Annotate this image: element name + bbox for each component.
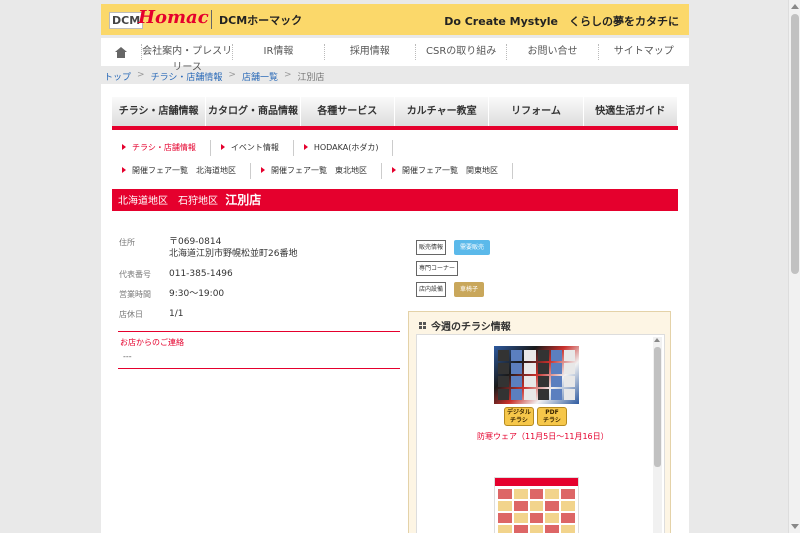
flyer-thumbnail[interactable] [494, 346, 579, 404]
store-contact: お店からのご連絡 --- [118, 331, 400, 369]
hours-label: 営業時間 [119, 290, 151, 299]
home-link[interactable] [101, 46, 141, 58]
flyer-list: デジタル チラシ PDF チラシ 防寒ウェア（11月5日〜11月16日） [416, 334, 665, 533]
tagline: Do Create Mystyle くらしの夢をカタチに [444, 15, 679, 28]
homac-logo[interactable]: Homac [138, 7, 209, 28]
tag-sales-info: 販売情報 [416, 240, 447, 255]
closed-days: 1/1 [169, 309, 184, 319]
gnav-item-ir[interactable]: IR情報 [232, 44, 323, 60]
breadcrumb-current: 江別店 [297, 73, 325, 83]
gnav-item-contact[interactable]: お問い合せ [506, 44, 597, 60]
breadcrumb-sep: > [228, 70, 236, 80]
weekly-flyers: 今週のチラシ情報 デジタル チラシ PDF チラシ 防寒ウェア（11月5日〜11… [408, 311, 671, 533]
gnav-item-recruit[interactable]: 採用情報 [323, 44, 415, 60]
tag-specialty: 専門コーナー [416, 261, 459, 276]
subnav-fairs: 開催フェア一覧 北海道地区 開催フェア一覧 東北地区 開催フェア一覧 関東地区 [112, 162, 513, 180]
breadcrumb-top[interactable]: トップ [104, 70, 131, 83]
store-name: 江別店 [225, 193, 262, 207]
global-nav: 会社案内・プレスリリース IR情報 採用情報 CSRの取り組み お問い合せ サイ… [101, 38, 689, 73]
flyer-list-scrollbar[interactable] [653, 337, 662, 533]
breadcrumb: トップ > チラシ・店舗情報 > 店舗一覧 > 江別店 [104, 70, 325, 83]
pill-sales[interactable]: 需要販売 [454, 240, 491, 255]
dcm-homac-logo[interactable]: DCMホーマック [219, 12, 302, 28]
gnav-item-csr[interactable]: CSRの取り組み [414, 44, 506, 60]
flyer-thumbnail-2[interactable] [494, 477, 579, 533]
scroll-up-icon[interactable] [654, 338, 660, 342]
flyer-caption[interactable]: 防寒ウェア（11月5日〜11月16日） [477, 431, 609, 442]
cat-catalog[interactable]: カタログ・商品情報 [206, 97, 301, 126]
subnav-events[interactable]: イベント情報 [211, 140, 294, 156]
phone-label: 代表番号 [119, 270, 151, 279]
business-hours: 9:30〜19:00 [169, 289, 225, 299]
scroll-up-icon[interactable] [791, 4, 799, 9]
digital-flyer-button[interactable]: デジタル チラシ [504, 407, 534, 426]
store-title-bar: 北海道地区 石狩地区 江別店 [112, 189, 678, 211]
fair-tohoku[interactable]: 開催フェア一覧 東北地区 [251, 163, 382, 179]
store-tags: 販売情報 需要販売 専門コーナー 店内設備 車椅子 [416, 240, 491, 303]
breadcrumb-store-list[interactable]: 店舗一覧 [242, 70, 278, 83]
pill-wheelchair[interactable]: 車椅子 [454, 282, 485, 297]
breadcrumb-sep: > [283, 70, 292, 80]
tag-facility: 店内設備 [416, 282, 447, 297]
contact-body: --- [123, 352, 132, 361]
logo-divider [211, 10, 212, 29]
scroll-thumb[interactable] [654, 347, 661, 467]
scroll-down-icon[interactable] [791, 524, 799, 529]
address: 北海道江別市野幌松並町26番地 [169, 249, 298, 259]
phone-number[interactable]: 011-385-1496 [169, 268, 233, 280]
fair-hokkaido[interactable]: 開催フェア一覧 北海道地区 [112, 163, 251, 179]
home-icon[interactable] [115, 46, 127, 58]
store-info: 住所 〒069-0814 北海道江別市野幌松並町26番地 代表番号 011-38… [119, 236, 297, 328]
window-scrollbar[interactable] [788, 0, 800, 533]
breadcrumb-sep: > [137, 70, 145, 80]
fair-kanto[interactable]: 開催フェア一覧 関東地区 [382, 163, 513, 179]
cat-reform[interactable]: リフォーム [489, 97, 584, 126]
pdf-flyer-button[interactable]: PDF チラシ [537, 407, 567, 426]
main-content: チラシ・店舗情報 カタログ・商品情報 各種サービス カルチャー教室 リフォーム … [101, 84, 689, 533]
store-region: 北海道地区 石狩地区 [118, 196, 218, 207]
breadcrumb-flyers[interactable]: チラシ・店舗情報 [151, 70, 223, 83]
category-nav: チラシ・店舗情報 カタログ・商品情報 各種サービス カルチャー教室 リフォーム … [112, 97, 678, 130]
grid-icon [419, 322, 426, 329]
cat-services[interactable]: 各種サービス [301, 97, 395, 126]
cat-life-guide[interactable]: 快適生活ガイド [584, 97, 678, 126]
flyers-title: 今週のチラシ情報 [431, 322, 511, 333]
scroll-thumb[interactable] [791, 14, 799, 274]
postal-code: 〒069-0814 [169, 237, 222, 247]
cat-culture[interactable]: カルチャー教室 [395, 97, 490, 126]
subnav-hodaka[interactable]: HODAKA(ホダカ) [294, 140, 394, 156]
subnav-primary: チラシ・店舗情報 イベント情報 HODAKA(ホダカ) [112, 139, 394, 157]
contact-title: お店からのご連絡 [120, 338, 184, 347]
site-header: DCM Homac DCMホーマック Do Create Mystyle くらし… [101, 4, 689, 35]
gnav-item-company[interactable]: 会社案内・プレスリリース [141, 44, 232, 73]
subnav-flyers[interactable]: チラシ・店舗情報 [112, 140, 211, 156]
cat-flyers[interactable]: チラシ・店舗情報 [112, 97, 207, 126]
closed-label: 店休日 [119, 310, 143, 319]
gnav-item-sitemap[interactable]: サイトマップ [597, 44, 689, 60]
address-label: 住所 [119, 238, 135, 247]
